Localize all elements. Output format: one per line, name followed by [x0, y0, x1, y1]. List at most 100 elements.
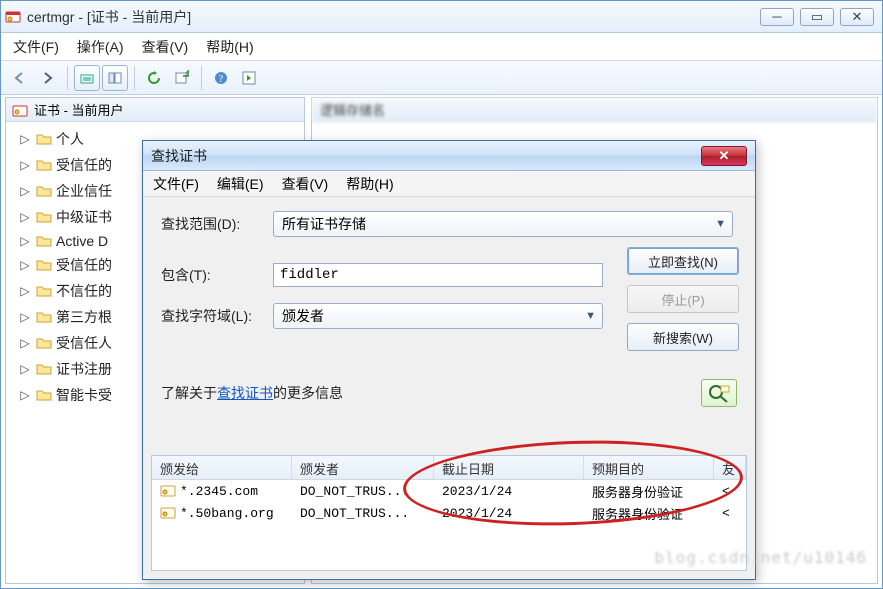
main-list-header: 逻辑存储名: [312, 98, 877, 122]
col-purpose[interactable]: 预期目的: [584, 456, 714, 479]
dialog-titlebar: 查找证书 ✕: [143, 141, 755, 171]
find-cert-dialog: 查找证书 ✕ 文件(F) 编辑(E) 查看(V) 帮助(H) 查找范围(D): …: [142, 140, 756, 580]
col-issued-to[interactable]: 颁发给: [152, 456, 292, 479]
results-header: 颁发给 颁发者 截止日期 预期目的 友: [152, 456, 746, 480]
result-row[interactable]: *.50bang.orgDO_NOT_TRUS...2023/1/24服务器身份…: [152, 502, 746, 524]
chevron-down-icon: ▼: [585, 310, 596, 322]
col-friendly[interactable]: 友: [714, 456, 746, 479]
folder-icon: [36, 158, 52, 172]
tree-item-label: 第三方根: [56, 307, 112, 327]
info-suffix: 的更多信息: [273, 385, 343, 401]
field-combo[interactable]: 颁发者 ▼: [273, 303, 603, 329]
main-title: certmgr - [证书 - 当前用户]: [27, 7, 760, 27]
toolbar-separator: [67, 66, 68, 90]
dlg-menu-file[interactable]: 文件(F): [153, 174, 199, 194]
field-label: 查找字符域(L):: [161, 306, 273, 326]
expand-glyph-icon[interactable]: ▷: [18, 284, 32, 298]
minimize-button[interactable]: ─: [760, 8, 794, 26]
tree-item-label: 智能卡受: [56, 385, 112, 405]
folder-icon: [36, 210, 52, 224]
forward-button[interactable]: [35, 65, 61, 91]
magnifier-cert-icon[interactable]: [701, 379, 737, 407]
result-row[interactable]: *.2345.comDO_NOT_TRUS...2023/1/24服务器身份验证…: [152, 480, 746, 502]
folder-icon: [36, 336, 52, 350]
expand-glyph-icon[interactable]: ▷: [18, 210, 32, 224]
find-cert-help-link[interactable]: 查找证书: [217, 385, 273, 401]
contains-label: 包含(T):: [161, 265, 273, 285]
tree-item-label: Active D: [56, 233, 108, 249]
certificate-icon: [160, 506, 176, 520]
tree-item-label: 受信任人: [56, 333, 112, 353]
tree-item-label: 个人: [56, 129, 84, 149]
expand-glyph-icon[interactable]: ▷: [18, 258, 32, 272]
main-toolbar: ?: [1, 61, 882, 95]
properties-button[interactable]: [236, 65, 262, 91]
scope-label: 查找范围(D):: [161, 214, 273, 234]
dlg-menu-edit[interactable]: 编辑(E): [217, 174, 264, 194]
dialog-title: 查找证书: [151, 146, 701, 166]
cert-root-icon: [12, 103, 28, 117]
expand-glyph-icon[interactable]: ▷: [18, 310, 32, 324]
folder-icon: [36, 132, 52, 146]
close-button[interactable]: ✕: [840, 8, 874, 26]
info-text: 了解关于查找证书的更多信息: [161, 383, 343, 403]
tree-item-label: 不信任的: [56, 281, 112, 301]
info-prefix: 了解关于: [161, 385, 217, 401]
folder-icon: [36, 310, 52, 324]
field-combo-value: 颁发者: [282, 306, 324, 326]
menu-view[interactable]: 查看(V): [142, 37, 189, 57]
dialog-close-button[interactable]: ✕: [701, 146, 747, 166]
window-buttons: ─ ▭ ✕: [760, 8, 874, 26]
main-titlebar: certmgr - [证书 - 当前用户] ─ ▭ ✕: [1, 1, 882, 33]
folder-icon: [36, 362, 52, 376]
col-expiry[interactable]: 截止日期: [434, 456, 584, 479]
expand-glyph-icon[interactable]: ▷: [18, 158, 32, 172]
certmgr-app-icon: [5, 9, 21, 25]
refresh-button[interactable]: [141, 65, 167, 91]
svg-text:?: ?: [219, 74, 224, 85]
chevron-down-icon: ▼: [715, 218, 726, 230]
expand-glyph-icon[interactable]: ▷: [18, 388, 32, 402]
toolbar-separator: [134, 66, 135, 90]
tree-item-label: 受信任的: [56, 255, 112, 275]
find-now-button[interactable]: 立即查找(N): [627, 247, 739, 275]
dialog-menubar: 文件(F) 编辑(E) 查看(V) 帮助(H): [143, 171, 755, 197]
contains-input[interactable]: [273, 263, 603, 287]
show-hide-tree-button[interactable]: [102, 65, 128, 91]
up-level-button[interactable]: [74, 65, 100, 91]
main-menubar: 文件(F) 操作(A) 查看(V) 帮助(H): [1, 33, 882, 61]
folder-icon: [36, 234, 52, 248]
results-body: *.2345.comDO_NOT_TRUS...2023/1/24服务器身份验证…: [152, 480, 746, 524]
folder-icon: [36, 388, 52, 402]
maximize-button[interactable]: ▭: [800, 8, 834, 26]
scope-combo[interactable]: 所有证书存储 ▼: [273, 211, 733, 237]
tree-item-label: 受信任的: [56, 155, 112, 175]
expand-glyph-icon[interactable]: ▷: [18, 184, 32, 198]
col-issuer[interactable]: 颁发者: [292, 456, 434, 479]
menu-action[interactable]: 操作(A): [77, 37, 124, 57]
scope-combo-value: 所有证书存储: [282, 214, 366, 234]
menu-help[interactable]: 帮助(H): [206, 37, 253, 57]
menu-file[interactable]: 文件(F): [13, 37, 59, 57]
expand-glyph-icon[interactable]: ▷: [18, 362, 32, 376]
back-button[interactable]: [7, 65, 33, 91]
tree-root-label: 证书 - 当前用户: [34, 100, 124, 119]
dlg-menu-view[interactable]: 查看(V): [282, 174, 329, 194]
tree-item-label: 证书注册: [56, 359, 112, 379]
help-button[interactable]: ?: [208, 65, 234, 91]
export-button[interactable]: [169, 65, 195, 91]
certificate-icon: [160, 484, 176, 498]
results-list[interactable]: 颁发给 颁发者 截止日期 预期目的 友 *.2345.comDO_NOT_TRU…: [151, 455, 747, 571]
toolbar-separator: [201, 66, 202, 90]
stop-button: 停止(P): [627, 285, 739, 313]
expand-glyph-icon[interactable]: ▷: [18, 336, 32, 350]
tree-item-label: 中级证书: [56, 207, 112, 227]
folder-icon: [36, 284, 52, 298]
folder-icon: [36, 258, 52, 272]
dlg-menu-help[interactable]: 帮助(H): [346, 174, 393, 194]
new-search-button[interactable]: 新搜索(W): [627, 323, 739, 351]
expand-glyph-icon[interactable]: ▷: [18, 132, 32, 146]
tree-root[interactable]: 证书 - 当前用户: [6, 98, 304, 122]
expand-glyph-icon[interactable]: ▷: [18, 234, 32, 248]
folder-icon: [36, 184, 52, 198]
